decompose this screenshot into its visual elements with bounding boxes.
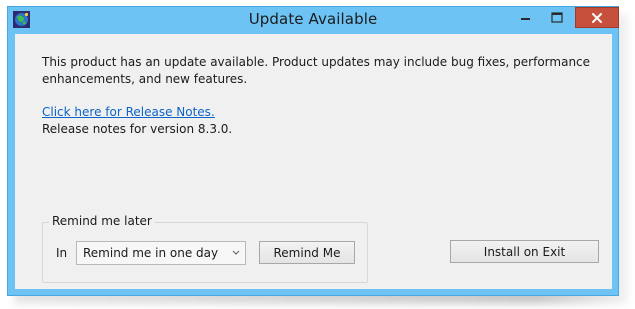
in-label: In [56,246,68,260]
close-icon [592,12,602,23]
maximize-icon [551,11,563,23]
close-button[interactable] [575,7,619,28]
minimize-button[interactable] [513,7,539,27]
release-notes-link[interactable]: Click here for Release Notes. [42,105,215,119]
dialog-content: This product has an update available. Pr… [15,34,612,289]
screenshot-stage: Update Available This product has an upd… [0,0,635,309]
remind-me-button[interactable]: Remind Me [259,241,355,264]
remind-me-later-group: Remind me later In Remind me in one day … [42,214,368,283]
update-message: This product has an update available. Pr… [42,55,591,86]
update-dialog: Update Available This product has an upd… [7,6,619,296]
selected-interval: Remind me in one day [83,246,219,260]
remind-interval-dropdown[interactable]: Remind me in one day [76,241,246,265]
release-notes-version: Release notes for version 8.3.0. [42,122,233,136]
minimize-icon [521,18,530,20]
group-label: Remind me later [49,214,155,228]
title-bar[interactable]: Update Available [8,7,619,33]
chevron-down-icon [227,250,245,256]
maximize-button[interactable] [544,7,570,27]
install-on-exit-button[interactable]: Install on Exit [450,240,599,263]
